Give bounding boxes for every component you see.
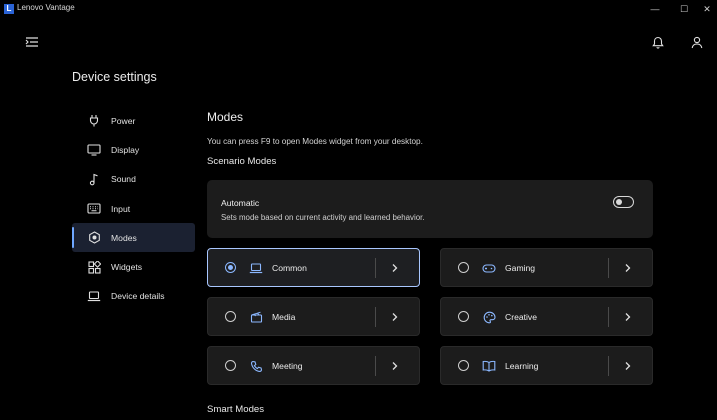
sidebar-item-label: Modes — [111, 232, 137, 243]
radio-button[interactable] — [458, 262, 469, 273]
mode-label: Creative — [505, 312, 537, 322]
sidebar-item-widgets[interactable]: Widgets — [72, 252, 195, 281]
lenovo-logo-icon: L — [4, 4, 14, 14]
chevron-right-icon[interactable] — [387, 358, 403, 374]
sidebar-item-device-details[interactable]: Device details — [72, 282, 195, 311]
mode-card-meeting[interactable]: Meeting — [207, 346, 420, 385]
chevron-right-icon[interactable] — [620, 309, 636, 325]
mode-card-creative[interactable]: Creative — [440, 297, 653, 336]
smart-modes-heading: Smart Modes — [207, 404, 265, 415]
widgets-icon — [86, 259, 102, 275]
radio-button[interactable] — [458, 311, 469, 322]
radio-button[interactable] — [458, 360, 469, 371]
automatic-toggle[interactable] — [613, 196, 634, 208]
sidebar-item-power[interactable]: Power — [72, 106, 195, 135]
sidebar-nav: Power Display Sound Input Modes Widgets — [72, 106, 195, 311]
divider — [608, 258, 609, 278]
clapperboard-icon — [248, 309, 264, 325]
automatic-title: Automatic — [221, 198, 260, 208]
divider — [375, 356, 376, 376]
radio-button[interactable] — [225, 311, 236, 322]
sidebar-item-label: Widgets — [111, 262, 143, 273]
automatic-description: Sets mode based on current activity and … — [221, 213, 425, 222]
sidebar-item-label: Device details — [111, 291, 165, 302]
close-button[interactable]: ✕ — [694, 0, 717, 18]
toggle-knob — [616, 199, 622, 205]
divider — [608, 307, 609, 327]
sidebar-item-display[interactable]: Display — [72, 135, 195, 164]
sidebar-item-label: Display — [111, 144, 140, 155]
radio-button[interactable] — [225, 262, 236, 273]
mode-label: Gaming — [505, 263, 536, 273]
divider — [375, 307, 376, 327]
divider — [608, 356, 609, 376]
sidebar-title: Device settings — [72, 70, 157, 84]
keyboard-icon — [86, 201, 102, 217]
mode-card-common[interactable]: Common — [207, 248, 420, 287]
minimize-button[interactable]: — — [642, 0, 668, 18]
sidebar-item-label: Input — [111, 203, 131, 214]
automatic-mode-card: Automatic Sets mode based on current act… — [207, 180, 653, 238]
collapse-menu-icon[interactable] — [24, 35, 40, 49]
chevron-right-icon[interactable] — [387, 309, 403, 325]
mode-label: Learning — [505, 361, 539, 371]
mode-card-learning[interactable]: Learning — [440, 346, 653, 385]
music-note-icon — [86, 171, 102, 187]
page-title: Modes — [207, 110, 244, 124]
bell-icon[interactable] — [650, 35, 666, 49]
sidebar-item-sound[interactable]: Sound — [72, 165, 195, 194]
mode-card-gaming[interactable]: Gaming — [440, 248, 653, 287]
monitor-icon — [86, 142, 102, 158]
modes-icon — [86, 230, 102, 246]
sidebar-item-input[interactable]: Input — [72, 194, 195, 223]
chevron-right-icon[interactable] — [620, 358, 636, 374]
radio-dot — [228, 265, 233, 270]
plug-icon — [86, 113, 102, 129]
user-icon[interactable] — [689, 35, 705, 49]
sidebar-item-label: Sound — [111, 174, 136, 185]
laptop-icon — [86, 288, 102, 304]
page-description: You can press F9 to open Modes widget fr… — [207, 137, 423, 146]
palette-icon — [481, 309, 497, 325]
title-bar: L Lenovo Vantage — ☐ ✕ — [0, 0, 717, 18]
mode-label: Common — [272, 263, 307, 273]
book-icon — [481, 358, 497, 374]
window-title: Lenovo Vantage — [17, 3, 75, 12]
mode-card-media[interactable]: Media — [207, 297, 420, 336]
mode-label: Media — [272, 312, 296, 322]
laptop-icon — [248, 260, 264, 276]
sidebar-item-label: Power — [111, 115, 136, 126]
chevron-right-icon[interactable] — [620, 260, 636, 276]
mode-label: Meeting — [272, 361, 303, 371]
phone-icon — [248, 358, 264, 374]
gamepad-icon — [481, 260, 497, 276]
radio-button[interactable] — [225, 360, 236, 371]
sidebar-item-modes[interactable]: Modes — [72, 223, 195, 253]
scenario-modes-heading: Scenario Modes — [207, 156, 277, 167]
chevron-right-icon[interactable] — [387, 260, 403, 276]
divider — [375, 258, 376, 278]
